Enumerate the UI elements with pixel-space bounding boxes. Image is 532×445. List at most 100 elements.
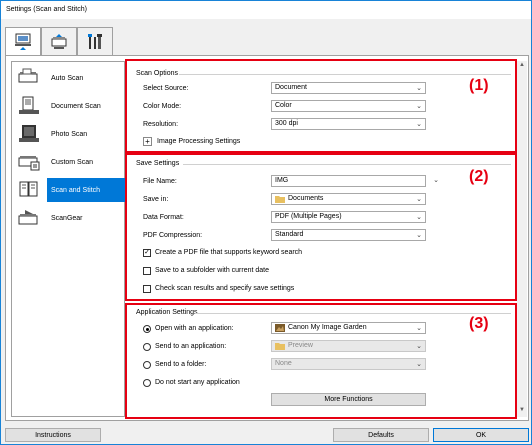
custom-scan-icon bbox=[18, 156, 40, 171]
sidebar-item-photo-scan[interactable]: Photo Scan bbox=[13, 120, 125, 148]
preview-app-icon bbox=[275, 343, 285, 350]
open-with-application-value: Canon My Image Garden bbox=[288, 324, 367, 331]
tab-general-settings[interactable] bbox=[77, 27, 113, 55]
color-mode-label: Color Mode: bbox=[143, 103, 182, 110]
save-in-value: Documents bbox=[288, 195, 324, 202]
send-to-application-label: Send to an application: bbox=[155, 343, 227, 350]
tab-scan-from-panel[interactable] bbox=[41, 27, 77, 55]
application-settings-section: Application Settings (3) Open with an ap… bbox=[125, 303, 517, 419]
data-format-label: Data Format: bbox=[143, 214, 184, 221]
subfolder-checkbox[interactable] bbox=[143, 267, 151, 275]
chevron-down-icon: ⌄ bbox=[416, 232, 422, 239]
color-mode-dropdown[interactable]: Color ⌄ bbox=[271, 100, 426, 112]
chevron-down-icon: ⌄ bbox=[416, 325, 422, 332]
window-title: Settings (Scan and Stitch) bbox=[1, 1, 531, 19]
chevron-down-icon: ⌄ bbox=[416, 214, 422, 221]
settings-window: Settings (Scan and Stitch) Auto Scan Doc… bbox=[0, 0, 532, 445]
chevron-down-icon: ⌄ bbox=[416, 103, 422, 110]
open-with-application-radio[interactable] bbox=[143, 325, 151, 333]
sidebar-item-auto-scan[interactable]: Auto Scan bbox=[13, 64, 125, 92]
scan-type-list: Auto Scan Document Scan Photo Scan Custo… bbox=[11, 61, 125, 417]
ok-button[interactable]: OK bbox=[433, 428, 529, 442]
sidebar-item-custom-scan[interactable]: Custom Scan bbox=[13, 148, 125, 176]
scan-options-heading: Scan Options bbox=[136, 70, 179, 77]
send-to-folder-label: Send to a folder: bbox=[155, 361, 207, 368]
pdf-compression-value: Standard bbox=[275, 231, 304, 238]
send-to-application-value: Preview bbox=[288, 342, 313, 349]
chevron-down-icon: ⌄ bbox=[416, 343, 422, 350]
select-source-dropdown[interactable]: Document ⌄ bbox=[271, 82, 426, 94]
do-not-start-application-label: Do not start any application bbox=[155, 379, 240, 386]
check-results-checkbox[interactable] bbox=[143, 285, 151, 293]
section-divider bbox=[179, 74, 511, 75]
file-name-value: IMG bbox=[275, 177, 289, 184]
resolution-label: Resolution: bbox=[143, 121, 179, 128]
expand-icon[interactable]: + bbox=[143, 137, 152, 146]
chevron-down-icon: ⌄ bbox=[416, 196, 422, 203]
resolution-value: 300 dpi bbox=[275, 120, 298, 127]
image-processing-settings-label[interactable]: Image Processing Settings bbox=[157, 138, 240, 145]
sidebar-item-document-scan[interactable]: Document Scan bbox=[13, 92, 125, 120]
scroll-down-icon[interactable]: ▼ bbox=[519, 407, 525, 413]
scangear-icon bbox=[18, 210, 38, 225]
data-format-dropdown[interactable]: PDF (Multiple Pages) ⌄ bbox=[271, 211, 426, 223]
send-to-application-dropdown[interactable]: Preview ⌄ bbox=[271, 340, 426, 352]
resolution-dropdown[interactable]: 300 dpi ⌄ bbox=[271, 118, 426, 130]
sidebar-item-scangear[interactable]: ScanGear bbox=[13, 204, 125, 232]
sidebar-item-label: ScanGear bbox=[51, 214, 83, 222]
sidebar-item-scan-and-stitch[interactable]: Scan and Stitch bbox=[13, 176, 125, 204]
chevron-down-icon: ⌄ bbox=[416, 121, 422, 128]
chevron-down-icon: ⌄ bbox=[433, 177, 439, 184]
chevron-down-icon: ⌄ bbox=[416, 85, 422, 92]
send-to-application-radio[interactable] bbox=[143, 343, 151, 351]
pdf-compression-label: PDF Compression: bbox=[143, 232, 203, 239]
sidebar-item-label: Scan and Stitch bbox=[47, 178, 125, 202]
tools-icon bbox=[88, 33, 102, 49]
save-in-dropdown[interactable]: Documents ⌄ bbox=[271, 193, 426, 205]
computer-scan-icon bbox=[15, 33, 31, 50]
check-results-label: Check scan results and specify save sett… bbox=[155, 285, 295, 292]
image-garden-app-icon bbox=[275, 324, 285, 332]
section-number: (2) bbox=[469, 168, 489, 185]
scan-and-stitch-icon bbox=[19, 181, 38, 197]
sidebar-item-label: Document Scan bbox=[51, 102, 101, 110]
folder-icon bbox=[275, 196, 285, 203]
sidebar-item-label: Photo Scan bbox=[51, 130, 88, 138]
do-not-start-application-radio[interactable] bbox=[143, 379, 151, 387]
send-to-folder-radio[interactable] bbox=[143, 361, 151, 369]
section-number: (1) bbox=[469, 77, 489, 94]
keyword-search-label: Create a PDF file that supports keyword … bbox=[155, 249, 303, 256]
chevron-down-icon: ⌄ bbox=[416, 361, 422, 368]
pdf-compression-dropdown[interactable]: Standard ⌄ bbox=[271, 229, 426, 241]
sidebar-item-label: Custom Scan bbox=[51, 158, 94, 166]
auto-scan-icon bbox=[18, 68, 38, 83]
document-scan-icon bbox=[19, 96, 39, 114]
section-divider bbox=[183, 164, 511, 165]
section-divider bbox=[195, 313, 511, 314]
color-mode-value: Color bbox=[275, 102, 292, 109]
file-name-label: File Name: bbox=[143, 178, 177, 185]
section-number: (3) bbox=[469, 315, 489, 332]
data-format-value: PDF (Multiple Pages) bbox=[275, 213, 342, 220]
more-functions-button[interactable]: More Functions bbox=[271, 393, 426, 406]
open-with-application-label: Open with an application: bbox=[155, 325, 234, 332]
file-name-field[interactable]: IMG bbox=[271, 175, 426, 187]
application-settings-heading: Application Settings bbox=[136, 309, 198, 316]
tab-bar bbox=[5, 27, 531, 56]
keyword-search-checkbox[interactable]: ✓ bbox=[143, 249, 151, 257]
file-name-history-toggle[interactable]: ⌄ bbox=[429, 175, 439, 187]
send-to-folder-value: None bbox=[275, 360, 292, 367]
panel-scan-icon bbox=[51, 33, 67, 49]
scan-options-section: Scan Options (1) Select Source: Document… bbox=[125, 59, 517, 153]
tab-scan-from-computer[interactable] bbox=[5, 27, 41, 56]
defaults-button[interactable]: Defaults bbox=[333, 428, 429, 442]
scroll-up-icon[interactable]: ▲ bbox=[519, 62, 525, 68]
vertical-scrollbar[interactable]: ▲ ▼ bbox=[517, 61, 527, 417]
select-source-value: Document bbox=[275, 84, 307, 91]
send-to-folder-dropdown[interactable]: None ⌄ bbox=[271, 358, 426, 370]
open-with-application-dropdown[interactable]: Canon My Image Garden ⌄ bbox=[271, 322, 426, 334]
save-settings-section: Save Settings (2) File Name: IMG ⌄ Save … bbox=[125, 153, 517, 301]
instructions-button[interactable]: Instructions bbox=[5, 428, 101, 442]
subfolder-label: Save to a subfolder with current date bbox=[155, 267, 270, 274]
save-in-label: Save in: bbox=[143, 196, 169, 203]
